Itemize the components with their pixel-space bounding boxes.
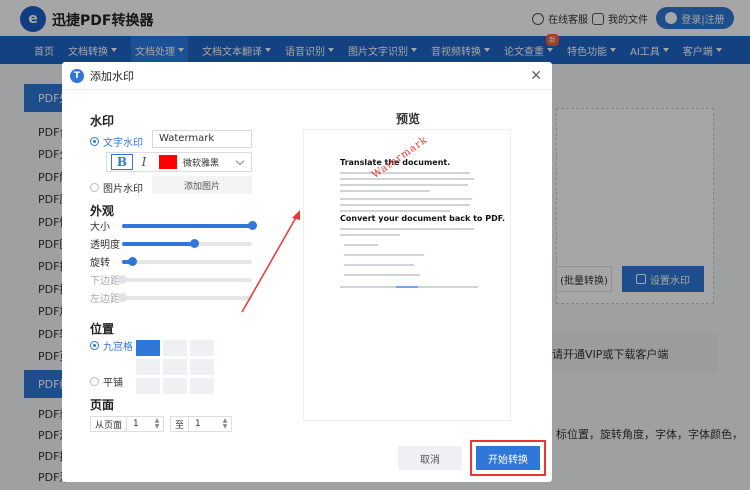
radio-dot (90, 341, 99, 350)
chevron-down-icon[interactable] (235, 156, 245, 165)
preview-text-line (340, 178, 474, 180)
slider-label: 下边距 (90, 276, 120, 287)
preview-text-line (340, 204, 470, 206)
slider-track[interactable] (122, 239, 252, 248)
slider-track[interactable] (118, 293, 252, 302)
tile-mode-radio[interactable]: 平铺 (90, 374, 123, 389)
slider-knob[interactable] (128, 257, 138, 266)
text-watermark-radio[interactable]: 文字水印 (90, 134, 143, 149)
slider-label: 透明度 (90, 240, 120, 251)
bold-button[interactable]: B (111, 154, 133, 170)
watermark-text-input[interactable]: Watermark (152, 130, 252, 148)
preview-text-line (344, 254, 424, 256)
preview-text-line (340, 190, 430, 192)
to-page-value[interactable]: 1 (189, 419, 221, 429)
radio-dot (90, 137, 99, 146)
from-page-value[interactable]: 1 (127, 419, 153, 429)
preview-link-line (396, 286, 418, 288)
preview-text-line (340, 198, 472, 200)
tile-mode-label: 平铺 (103, 378, 123, 389)
preview-text-line (344, 264, 414, 266)
preview-heading-2: Convert your document back to PDF. (340, 214, 506, 223)
slider-fill (122, 242, 194, 246)
position-cell-bottom-left[interactable] (136, 378, 160, 394)
font-color-picker[interactable] (159, 155, 177, 169)
position-cell-middle-left[interactable] (136, 359, 160, 375)
start-convert-button[interactable]: 开始转换 (476, 446, 540, 470)
add-image-button[interactable]: 添加图片 (152, 176, 252, 194)
dialog-header: T 添加水印 (62, 62, 552, 90)
annotation-arrow-icon (241, 210, 300, 313)
font-format-row: B I 微软雅黑 (106, 152, 252, 172)
dialog-title: 添加水印 (90, 69, 134, 83)
position-cell-middle-right[interactable] (190, 359, 214, 375)
slider-label: 大小 (90, 222, 110, 233)
image-watermark-label: 图片水印 (103, 184, 143, 195)
preview-text-line (340, 210, 450, 212)
preview-text-line (340, 228, 474, 230)
position-cell-center[interactable] (163, 359, 187, 375)
to-page-field[interactable]: 至 1 ▲ ▼ (170, 416, 232, 432)
appearance-section-title: 外观 (90, 204, 115, 218)
slider-knob[interactable] (118, 275, 127, 284)
preview-text-line (340, 172, 470, 174)
grid-mode-label: 九宫格 (103, 342, 133, 353)
preview-text-line (340, 184, 468, 186)
preview-text-line (344, 274, 420, 276)
stepper-icon[interactable]: ▲ ▼ (153, 418, 161, 430)
stepper-icon[interactable]: ▲ ▼ (221, 418, 229, 430)
position-cell-bottom-center[interactable] (163, 378, 187, 394)
grid-mode-radio[interactable]: 九宫格 (90, 338, 133, 353)
position-cell-bottom-right[interactable] (190, 378, 214, 394)
radio-dot (90, 377, 99, 386)
slider-track[interactable] (118, 275, 252, 284)
position-cell-top-right[interactable] (190, 340, 214, 356)
italic-button[interactable]: I (133, 154, 155, 170)
position-cell-top-left[interactable] (136, 340, 160, 356)
position-cell-top-center[interactable] (163, 340, 187, 356)
page-section-title: 页面 (90, 398, 115, 412)
text-watermark-label: 文字水印 (103, 138, 143, 149)
preview-text-line (344, 244, 378, 246)
slider-label: 左边距 (90, 294, 120, 305)
preview-title: 预览 (396, 112, 421, 126)
cancel-button[interactable]: 取消 (398, 446, 462, 470)
slider-knob[interactable] (118, 293, 127, 302)
slider-track[interactable] (122, 257, 252, 266)
add-watermark-dialog: T 添加水印 ✕ 水印 文字水印 Watermark B I 微软雅黑 图片水印… (62, 62, 552, 482)
watermark-section-title: 水印 (90, 114, 115, 128)
image-watermark-radio[interactable]: 图片水印 (90, 180, 143, 195)
slider-label: 旋转 (90, 258, 110, 269)
close-icon[interactable]: ✕ (530, 68, 542, 84)
position-grid (136, 340, 216, 394)
position-section-title: 位置 (90, 322, 115, 336)
slider-track[interactable] (122, 221, 257, 230)
radio-dot (90, 183, 99, 192)
font-select[interactable]: 微软雅黑 (183, 156, 237, 169)
slider-knob[interactable] (189, 239, 199, 248)
watermark-tool-icon: T (70, 68, 84, 83)
preview-text-line (340, 234, 400, 236)
from-page-field[interactable]: 从页面 1 ▲ ▼ (90, 416, 164, 432)
slider-fill (122, 224, 252, 228)
from-page-label: 从页面 (91, 417, 128, 431)
to-page-label: 至 (171, 417, 190, 431)
preview-document: Translate the document. Convert your doc… (304, 130, 510, 420)
